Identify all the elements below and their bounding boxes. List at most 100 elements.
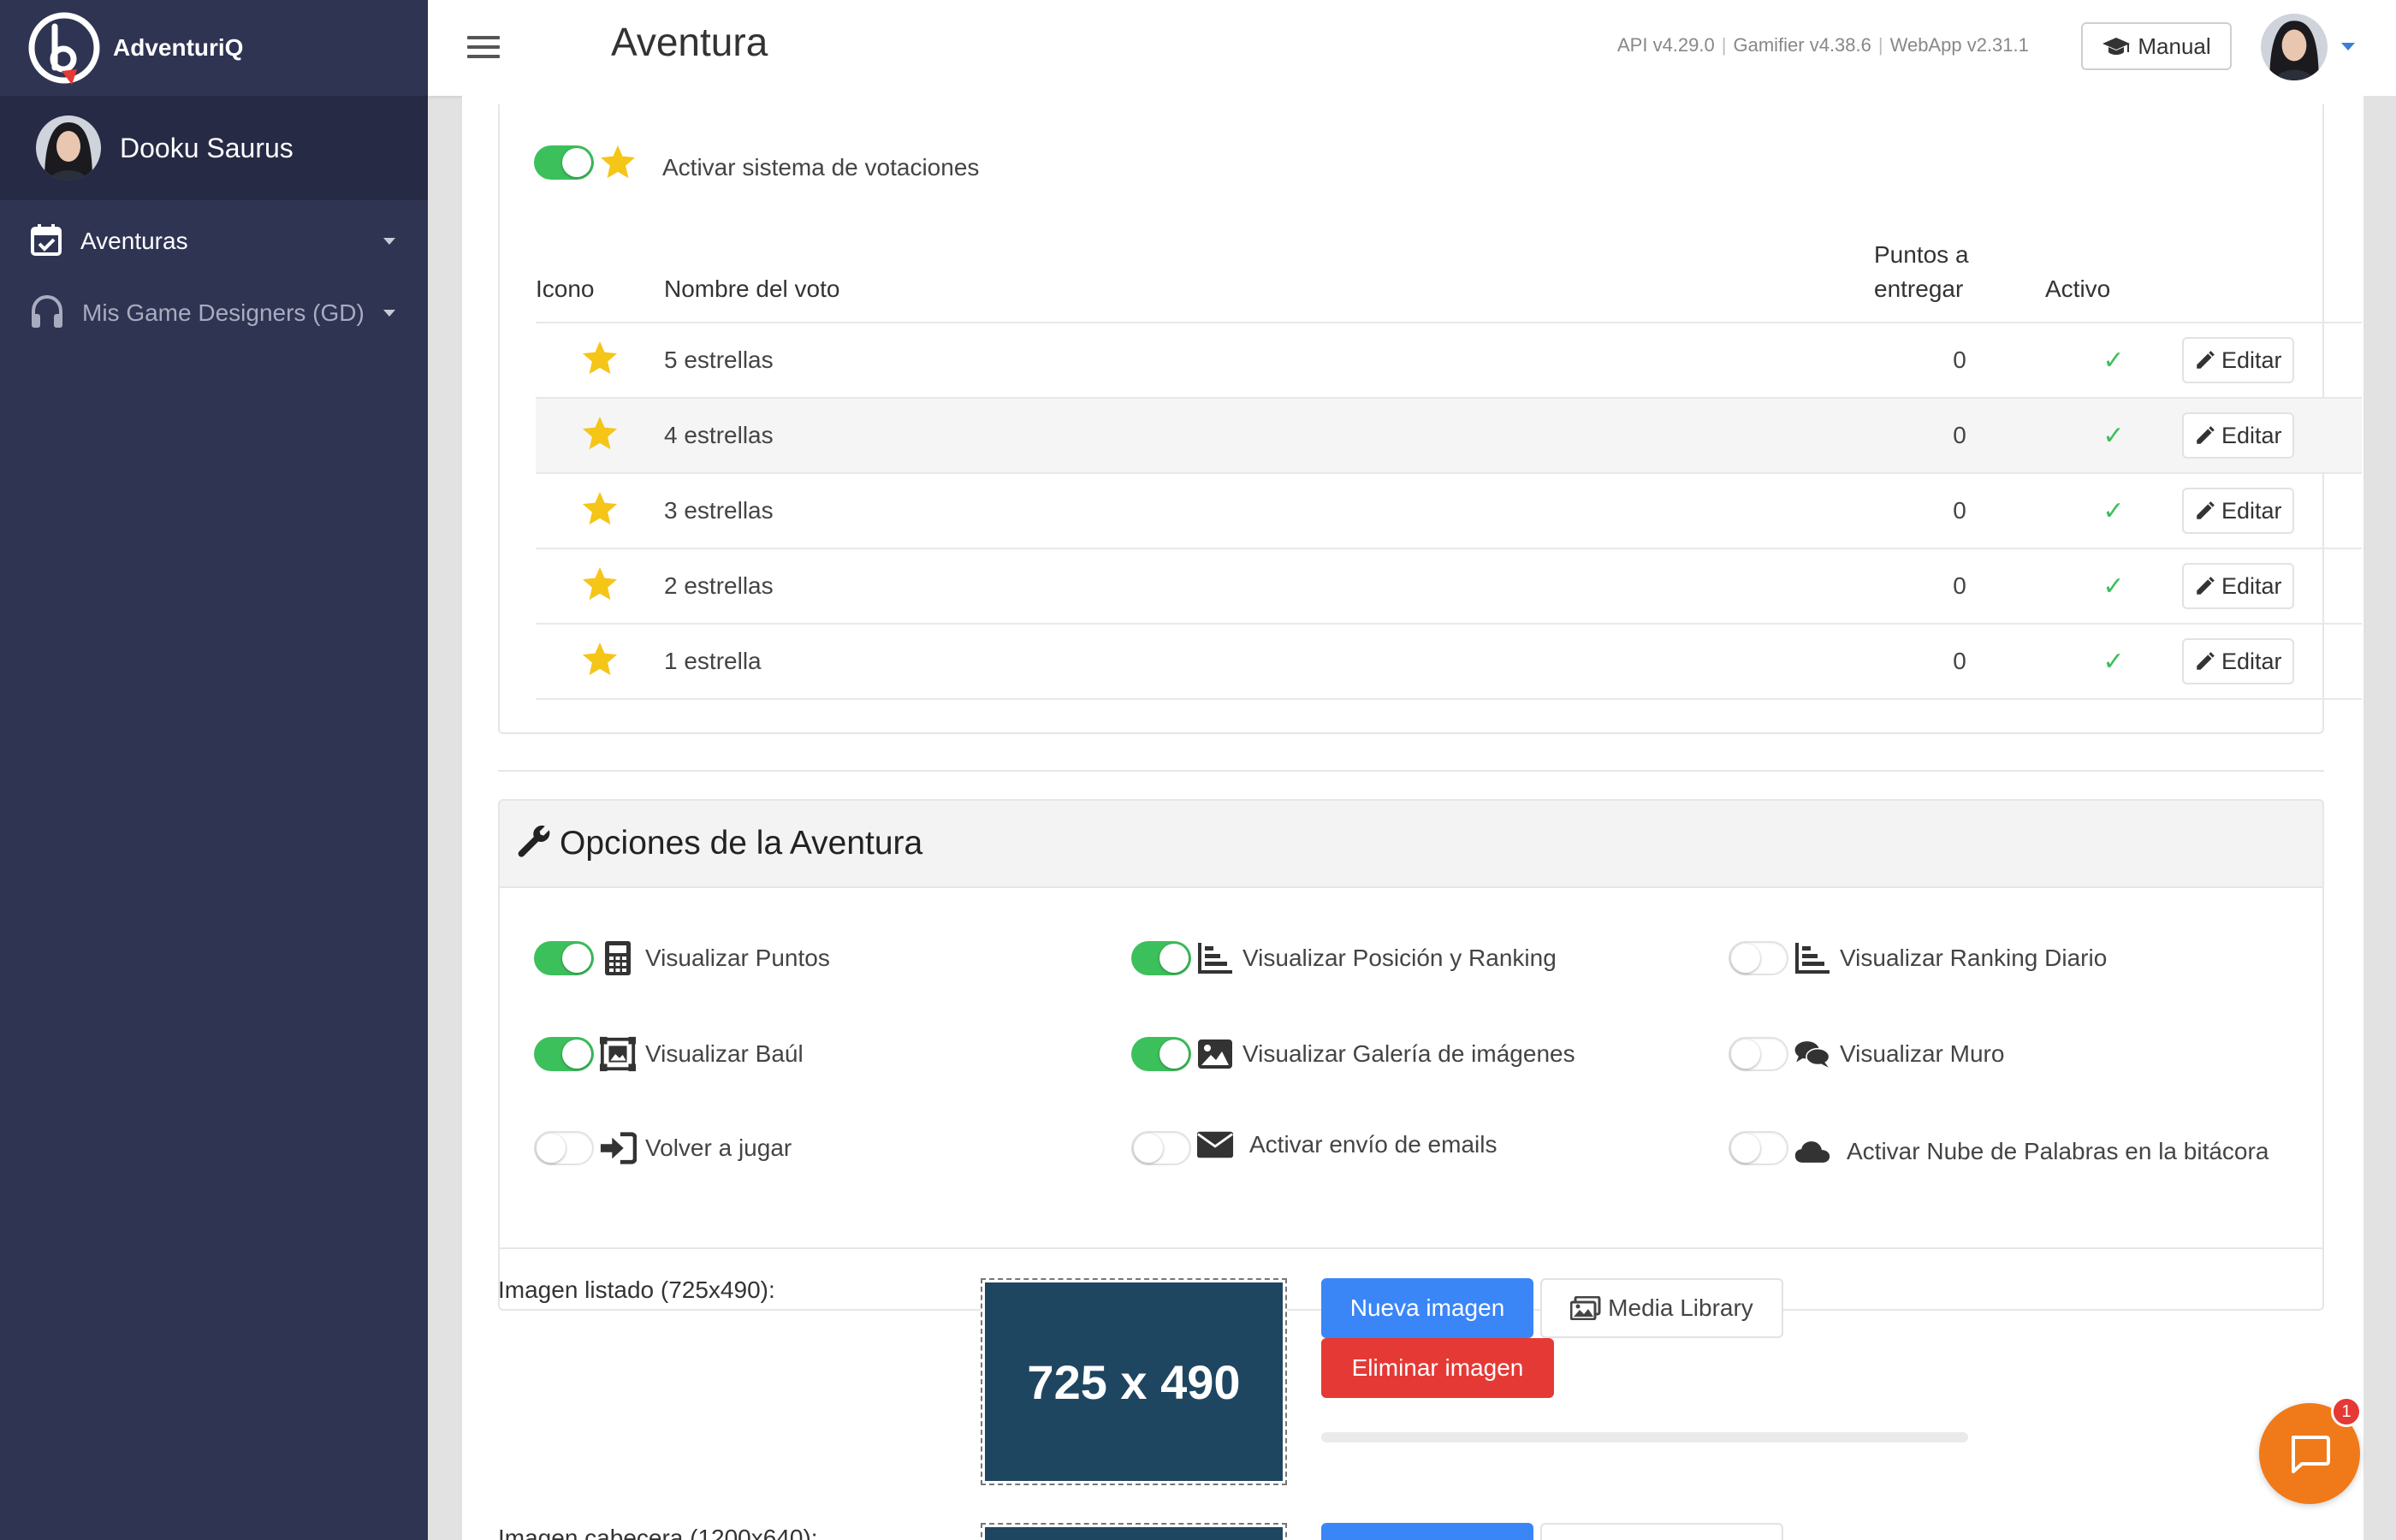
vote-name: 4 estrellas bbox=[664, 398, 1874, 474]
option-label: Visualizar Puntos bbox=[645, 945, 830, 971]
column-header: Nombre del voto bbox=[664, 241, 1874, 323]
comments-icon bbox=[1794, 1035, 1831, 1073]
avatar bbox=[36, 116, 101, 181]
edit-button[interactable]: Editar bbox=[2182, 412, 2294, 459]
webapp-version: WebApp v2.31.1 bbox=[1889, 34, 2029, 56]
option-label: Visualizar Muro bbox=[1840, 1040, 2005, 1067]
headphones-icon bbox=[29, 293, 65, 334]
toggle-nube-palabras[interactable] bbox=[1729, 1131, 1788, 1165]
option-visualizar-puntos: Visualizar Puntos bbox=[599, 938, 830, 979]
option-visualizar-baul: Visualizar Baúl bbox=[599, 1034, 804, 1075]
scrollbar-track bbox=[2363, 96, 2396, 1540]
option-activar-emails: Activar envío de emails bbox=[1196, 1124, 1497, 1165]
vote-name: 3 estrellas bbox=[664, 473, 1874, 549]
manual-button[interactable]: Manual bbox=[2081, 22, 2232, 70]
image-listado-preview: 725 x 490 bbox=[981, 1278, 1287, 1485]
media-library-button[interactable] bbox=[1540, 1523, 1783, 1540]
vote-points: 0 bbox=[1874, 398, 2045, 474]
page-title: Aventura bbox=[611, 20, 768, 64]
toggle-visualizar-puntos[interactable] bbox=[534, 941, 594, 975]
votes-card: Activar sistema de votaciones Icono Nomb… bbox=[498, 104, 2362, 734]
calendar-check-icon bbox=[29, 222, 63, 261]
delete-image-button[interactable]: Eliminar imagen bbox=[1321, 1338, 1554, 1398]
vote-points: 0 bbox=[1874, 624, 2045, 700]
cloud-icon bbox=[1794, 1133, 1831, 1170]
sidebar: AdventuriQ Dooku Saurus Aventuras Mis Ga… bbox=[0, 0, 428, 1540]
star-icon bbox=[581, 491, 619, 531]
vote-points: 0 bbox=[1874, 548, 2045, 625]
media-library-button[interactable]: Media Library bbox=[1540, 1278, 1783, 1338]
header-avatar[interactable] bbox=[2261, 14, 2328, 80]
bar-chart-icon bbox=[1794, 939, 1831, 977]
manual-label: Manual bbox=[2138, 33, 2211, 59]
upload-progress-bar bbox=[1321, 1432, 1968, 1442]
star-icon bbox=[599, 144, 637, 184]
media-library-label: Media Library bbox=[1608, 1294, 1753, 1321]
api-version: API v4.29.0 bbox=[1617, 34, 1715, 56]
option-label: Visualizar Baúl bbox=[645, 1040, 804, 1067]
votes-table: Icono Nombre del voto Puntos a entregar A… bbox=[536, 241, 2362, 700]
votes-toggle[interactable] bbox=[534, 145, 594, 180]
brand[interactable]: AdventuriQ bbox=[0, 0, 428, 96]
menu-toggle-icon[interactable] bbox=[467, 36, 500, 60]
section-title: Opciones de la Aventura bbox=[560, 825, 923, 862]
option-label: Visualizar Posición y Ranking bbox=[1242, 945, 1557, 971]
toggle-visualizar-baul[interactable] bbox=[534, 1037, 594, 1071]
option-visualizar-posicion: Visualizar Posición y Ranking bbox=[1196, 938, 1557, 979]
check-icon: ✓ bbox=[2102, 421, 2125, 450]
vote-points: 0 bbox=[1874, 323, 2045, 399]
edit-button[interactable]: Editar bbox=[2182, 337, 2294, 383]
image-listado-label: Imagen listado (725x490): bbox=[498, 1276, 775, 1303]
column-header: Icono bbox=[536, 241, 664, 323]
toggle-volver-a-jugar[interactable] bbox=[534, 1131, 594, 1165]
pencil-icon bbox=[2197, 652, 2215, 670]
chat-icon bbox=[2292, 1436, 2330, 1473]
pencil-icon bbox=[2197, 351, 2215, 369]
star-icon bbox=[581, 416, 619, 456]
main-content: Activar sistema de votaciones Icono Nomb… bbox=[462, 96, 2363, 1540]
table-row: 1 estrella 0 ✓ Editar bbox=[536, 624, 2362, 700]
column-header: Puntos a entregar bbox=[1874, 241, 2045, 323]
star-icon bbox=[581, 566, 619, 607]
vote-points: 0 bbox=[1874, 473, 2045, 549]
table-row: 2 estrellas 0 ✓ Editar bbox=[536, 548, 2362, 625]
edit-button[interactable]: Editar bbox=[2182, 488, 2294, 534]
edit-button[interactable]: Editar bbox=[2182, 638, 2294, 684]
new-image-button[interactable] bbox=[1321, 1523, 1533, 1540]
calculator-icon bbox=[599, 939, 637, 977]
toggle-visualizar-posicion[interactable] bbox=[1131, 941, 1191, 975]
option-label: Activar envío de emails bbox=[1249, 1131, 1498, 1158]
bar-chart-icon bbox=[1196, 939, 1234, 977]
options-header: Opciones de la Aventura bbox=[498, 799, 2324, 886]
toggle-visualizar-galeria[interactable] bbox=[1131, 1037, 1191, 1071]
sidebar-item-aventuras[interactable]: Aventuras bbox=[0, 205, 428, 277]
check-icon: ✓ bbox=[2102, 572, 2125, 601]
star-icon bbox=[581, 341, 619, 381]
top-header: Aventura API v4.29.0 | Gamifier v4.38.6 | We… bbox=[428, 0, 2396, 96]
graduation-cap-icon bbox=[2102, 38, 2131, 55]
check-icon: ✓ bbox=[2102, 647, 2125, 676]
option-label: Activar Nube de Palabras en la bitácora bbox=[1847, 1138, 2269, 1164]
table-row: 4 estrellas 0 ✓ Editar bbox=[536, 398, 2362, 474]
chevron-down-icon bbox=[383, 310, 395, 317]
check-icon: ✓ bbox=[2102, 346, 2125, 375]
vote-name: 2 estrellas bbox=[664, 548, 1874, 625]
brand-name: AdventuriQ bbox=[113, 34, 244, 61]
new-image-button[interactable]: Nueva imagen bbox=[1321, 1278, 1533, 1338]
sidebar-user[interactable]: Dooku Saurus bbox=[0, 96, 428, 200]
toggle-visualizar-muro[interactable] bbox=[1729, 1037, 1788, 1071]
vote-name: 1 estrella bbox=[664, 624, 1874, 700]
star-icon bbox=[581, 642, 619, 682]
table-row: 5 estrellas 0 ✓ Editar bbox=[536, 323, 2362, 399]
version-info: API v4.29.0 | Gamifier v4.38.6 | WebApp v2.3… bbox=[1617, 34, 2029, 56]
images-icon bbox=[1570, 1296, 1601, 1320]
gamifier-version: Gamifier v4.38.6 bbox=[1733, 34, 1871, 56]
option-nube-palabras: Activar Nube de Palabras en la bitácora bbox=[1794, 1131, 2268, 1172]
toggle-activar-emails[interactable] bbox=[1131, 1131, 1191, 1165]
chest-icon bbox=[599, 1035, 637, 1073]
toggle-visualizar-ranking-diario[interactable] bbox=[1729, 941, 1788, 975]
user-menu-caret-icon[interactable] bbox=[2341, 43, 2355, 50]
sidebar-item-game-designers[interactable]: Mis Game Designers (GD) bbox=[0, 277, 428, 349]
edit-button[interactable]: Editar bbox=[2182, 563, 2294, 609]
image-placeholder: 725 x 490 bbox=[985, 1282, 1283, 1481]
